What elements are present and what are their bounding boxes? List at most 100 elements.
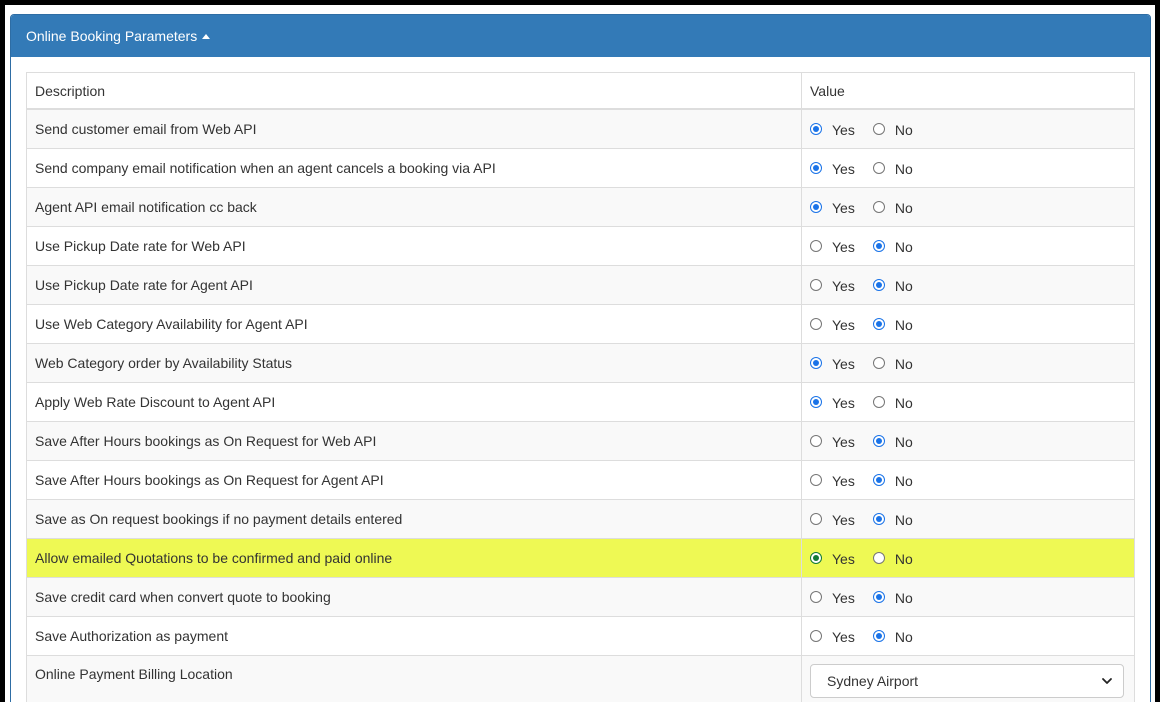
parameter-description: Use Web Category Availability for Agent … [26, 304, 802, 344]
radio-option-yes[interactable]: Yes [810, 511, 855, 528]
yes-no-radio-group: Yes No [810, 199, 1126, 216]
radio-no[interactable] [872, 162, 885, 174]
table-row: Online Payment Billing Location Sydney Ai… [26, 655, 1135, 702]
yes-no-radio-group: Yes No [810, 433, 1126, 450]
radio-option-yes[interactable]: Yes [810, 628, 855, 645]
radio-no[interactable] [872, 552, 885, 564]
radio-no[interactable] [872, 279, 885, 291]
radio-yes-label: Yes [832, 356, 855, 372]
radio-yes[interactable] [810, 591, 822, 603]
radio-option-no[interactable]: No [872, 472, 913, 489]
table-row: Use Web Category Availability for Agent … [26, 304, 1135, 344]
parameters-table: Description Value Send customer email fr… [26, 72, 1135, 702]
radio-option-no[interactable]: No [872, 238, 913, 255]
radio-no-label: No [894, 512, 913, 528]
radio-option-yes[interactable]: Yes [810, 472, 855, 489]
radio-no[interactable] [872, 474, 885, 486]
radio-option-no[interactable]: No [872, 589, 913, 606]
yes-no-radio-group: Yes No [810, 511, 1126, 528]
radio-no[interactable] [872, 123, 885, 135]
parameter-description: Use Pickup Date rate for Agent API [26, 265, 802, 305]
radio-yes[interactable] [810, 318, 822, 330]
radio-yes[interactable] [810, 240, 822, 252]
radio-no-label: No [894, 278, 913, 294]
radio-no-label: No [894, 590, 913, 606]
table-row: Web Category order by Availability Statu… [26, 343, 1135, 383]
parameter-value-cell: Yes No [801, 265, 1135, 305]
radio-no[interactable] [872, 357, 885, 369]
radio-option-no[interactable]: No [872, 550, 913, 567]
parameter-value-cell: Yes No [801, 304, 1135, 344]
table-row: Allow emailed Quotations to be confirmed… [26, 538, 1135, 578]
yes-no-radio-group: Yes No [810, 472, 1126, 489]
radio-yes[interactable] [810, 435, 822, 447]
radio-yes[interactable] [810, 474, 822, 486]
panel-title: Online Booking Parameters [26, 28, 198, 44]
radio-option-yes[interactable]: Yes [810, 355, 855, 372]
radio-no[interactable] [872, 318, 885, 330]
radio-yes[interactable] [810, 513, 822, 525]
parameter-description: Apply Web Rate Discount to Agent API [26, 382, 802, 422]
radio-option-yes[interactable]: Yes [810, 550, 855, 567]
radio-option-yes[interactable]: Yes [810, 316, 855, 333]
billing-location-select[interactable]: Sydney Airport [810, 664, 1124, 698]
parameter-value-cell: Yes No [801, 187, 1135, 227]
radio-option-no[interactable]: No [872, 355, 913, 372]
radio-yes[interactable] [810, 201, 822, 213]
radio-no[interactable] [872, 201, 885, 213]
radio-no[interactable] [872, 591, 885, 603]
radio-option-no[interactable]: No [872, 160, 913, 177]
radio-no[interactable] [872, 240, 885, 252]
radio-no[interactable] [872, 630, 885, 642]
radio-option-no[interactable]: No [872, 316, 913, 333]
parameter-description: Save as On request bookings if no paymen… [26, 499, 802, 539]
yes-no-radio-group: Yes No [810, 628, 1126, 645]
radio-yes[interactable] [810, 123, 822, 135]
radio-yes[interactable] [810, 279, 822, 291]
radio-option-yes[interactable]: Yes [810, 160, 855, 177]
parameter-description: Save After Hours bookings as On Request … [26, 460, 802, 500]
radio-yes[interactable] [810, 630, 822, 642]
radio-option-no[interactable]: No [872, 511, 913, 528]
radio-option-no[interactable]: No [872, 121, 913, 138]
table-row: Save Authorization as payment Yes No [26, 616, 1135, 656]
radio-no-label: No [894, 161, 913, 177]
radio-yes[interactable] [810, 357, 822, 369]
radio-yes[interactable] [810, 552, 822, 564]
radio-option-no[interactable]: No [872, 433, 913, 450]
radio-option-yes[interactable]: Yes [810, 121, 855, 138]
table-row: Agent API email notification cc back Yes N… [26, 187, 1135, 227]
radio-yes-label: Yes [832, 395, 855, 411]
radio-yes-label: Yes [832, 317, 855, 333]
radio-option-no[interactable]: No [872, 394, 913, 411]
radio-no-label: No [894, 551, 913, 567]
yes-no-radio-group: Yes No [810, 589, 1126, 606]
radio-yes-label: Yes [832, 200, 855, 216]
radio-no-label: No [894, 629, 913, 645]
radio-option-yes[interactable]: Yes [810, 277, 855, 294]
billing-location-selected-value: Sydney Airport [827, 673, 919, 689]
radio-option-yes[interactable]: Yes [810, 394, 855, 411]
radio-no[interactable] [872, 435, 885, 447]
radio-yes-label: Yes [832, 473, 855, 489]
radio-option-yes[interactable]: Yes [810, 589, 855, 606]
radio-yes-label: Yes [832, 551, 855, 567]
yes-no-radio-group: Yes No [810, 160, 1126, 177]
yes-no-radio-group: Yes No [810, 355, 1126, 372]
radio-no[interactable] [872, 396, 885, 408]
radio-option-yes[interactable]: Yes [810, 199, 855, 216]
radio-option-no[interactable]: No [872, 628, 913, 645]
panel-header-toggle[interactable]: Online Booking Parameters [11, 15, 1150, 57]
radio-option-yes[interactable]: Yes [810, 238, 855, 255]
table-header-row: Description Value [26, 72, 1135, 110]
radio-no-label: No [894, 395, 913, 411]
radio-yes-label: Yes [832, 434, 855, 450]
radio-option-no[interactable]: No [872, 277, 913, 294]
radio-yes[interactable] [810, 162, 822, 174]
yes-no-radio-group: Yes No [810, 394, 1126, 411]
radio-no-label: No [894, 434, 913, 450]
radio-yes[interactable] [810, 396, 822, 408]
radio-option-yes[interactable]: Yes [810, 433, 855, 450]
radio-option-no[interactable]: No [872, 199, 913, 216]
radio-no[interactable] [872, 513, 885, 525]
